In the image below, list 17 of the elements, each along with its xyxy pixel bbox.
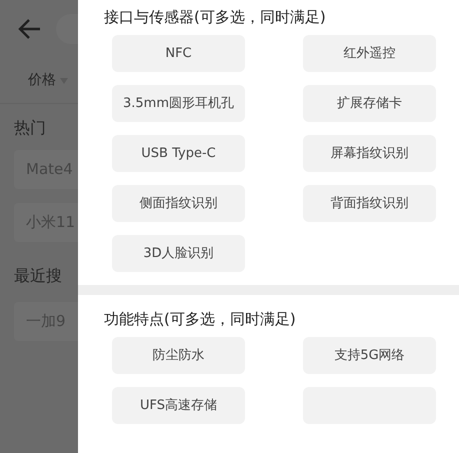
- option-button[interactable]: 红外遥控: [303, 35, 436, 72]
- option-button[interactable]: UFS高速存储: [112, 387, 245, 424]
- section-title: 最近搜: [13, 265, 63, 287]
- option-button[interactable]: 支持5G网络: [303, 337, 436, 374]
- option-button[interactable]: 防尘防水: [112, 337, 245, 374]
- option-button[interactable]: 3.5mm圆形耳机孔: [112, 85, 245, 122]
- option-button[interactable]: NFC: [112, 35, 245, 72]
- section-title: 热门: [13, 117, 47, 139]
- section-title: 接口与传感器(可多选，同时满足): [103, 7, 327, 28]
- option-button[interactable]: 屏幕指纹识别: [303, 135, 436, 172]
- option-button[interactable]: 背面指纹识别: [303, 185, 436, 222]
- back-arrow-icon[interactable]: [18, 18, 42, 40]
- option-button[interactable]: USB Type-C: [112, 135, 245, 172]
- option-button[interactable]: 侧面指纹识别: [112, 185, 245, 222]
- section-title: 功能特点(可多选，同时满足): [103, 309, 297, 330]
- option-button[interactable]: 3D人脸识别: [112, 235, 245, 272]
- option-button[interactable]: 扩展存储卡: [303, 85, 436, 122]
